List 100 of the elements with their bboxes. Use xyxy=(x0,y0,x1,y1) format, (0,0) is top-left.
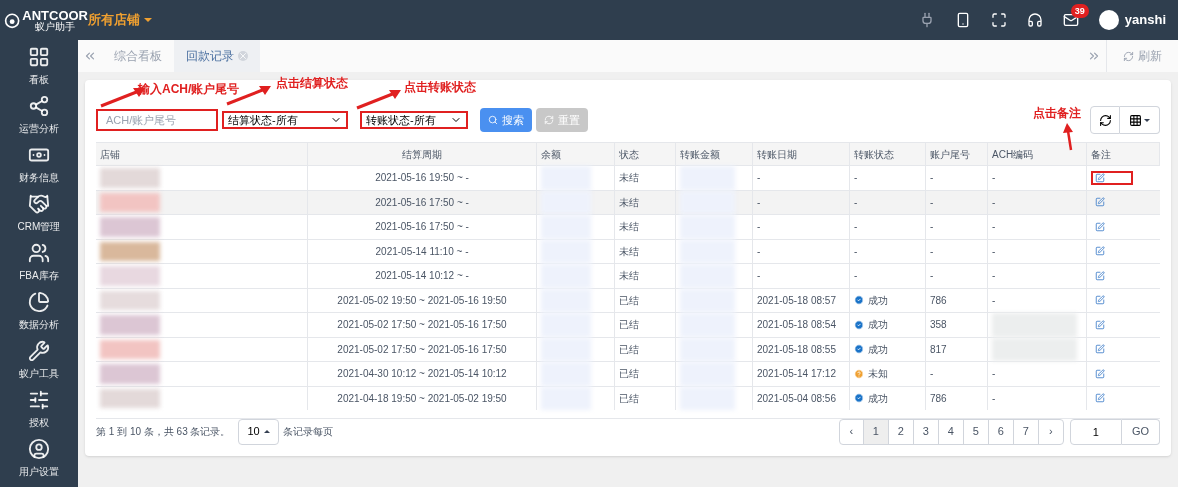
table-row[interactable]: 2021-04-30 10:12 ~ 2021-05-14 10:12 已结 2021-05-14 17:12 未知 - - xyxy=(96,361,1160,386)
fullscreen-icon[interactable] xyxy=(990,12,1007,28)
columns-button[interactable] xyxy=(1120,106,1160,134)
check-icon xyxy=(854,393,864,404)
brand-subtitle: 蚁户助手 xyxy=(34,21,77,32)
sidebar-item[interactable]: 授权 xyxy=(29,415,49,430)
page-button[interactable]: 2 xyxy=(888,419,914,444)
table-cell-text: - xyxy=(757,269,761,284)
table-row[interactable]: 2021-05-16 17:50 ~ - 未结 - - - - xyxy=(96,214,1160,239)
table-cell-text: - xyxy=(854,195,858,210)
check-icon xyxy=(854,295,864,306)
check-icon xyxy=(854,319,864,330)
mail-count-badge: 39 xyxy=(1070,4,1089,18)
brand-name: ANTCOOR xyxy=(22,8,88,22)
table-cell-text: 2021-05-16 19:50 ~ - xyxy=(375,171,469,186)
go-button[interactable]: GO xyxy=(1121,418,1160,445)
username[interactable]: yanshi xyxy=(1124,10,1166,30)
blurred-block xyxy=(100,241,160,261)
settle-status-select[interactable]: 结算状态-所有 xyxy=(222,111,348,129)
page-button[interactable]: 1 xyxy=(863,419,889,444)
table-cell-text: 已结 xyxy=(619,318,639,333)
annotation-arrow xyxy=(355,88,403,110)
table-cell-text: - xyxy=(757,195,761,210)
sidebar-item[interactable]: 蚁户工具 xyxy=(19,366,59,381)
table-cell-text: 2021-05-18 08:57 xyxy=(757,293,836,308)
table-cell-text: - xyxy=(992,269,996,284)
table-cell-text: 未结 xyxy=(619,269,639,284)
blurred-block xyxy=(100,315,160,335)
sidebar-item[interactable]: 数据分析 xyxy=(19,317,59,332)
table-cell-text: - xyxy=(757,171,761,186)
table-cell-text: 成功 xyxy=(868,391,888,406)
wrench-icon[interactable] xyxy=(28,340,50,362)
sidebar-item[interactable]: FBA库存 xyxy=(19,268,59,283)
blurred-block xyxy=(100,290,160,310)
table-cell-text: 2021-05-14 10:12 ~ - xyxy=(375,269,469,284)
caret-icon xyxy=(144,18,152,22)
next-page-button[interactable]: › xyxy=(1038,419,1063,444)
table-row[interactable]: 2021-05-16 19:50 ~ - 未结 - - - - xyxy=(96,165,1160,190)
table-cell-text: 2021-05-16 17:50 ~ - xyxy=(375,220,469,235)
table-cell-text: 2021-05-14 11:10 ~ - xyxy=(375,244,469,259)
table-cell-text: - xyxy=(854,244,858,259)
sidebar-item[interactable]: 用户设置 xyxy=(19,464,59,479)
sidebar-item[interactable]: 财务信息 xyxy=(19,170,59,185)
table-cell-text: 2021-05-18 08:54 xyxy=(757,318,836,333)
table-row[interactable]: 2021-05-16 17:50 ~ - 未结 - - - - xyxy=(96,189,1160,214)
refresh-icon xyxy=(1098,113,1112,127)
table-row[interactable]: 2021-05-14 10:12 ~ - 未结 - - - - xyxy=(96,263,1160,288)
table-cell-text: - xyxy=(930,195,934,210)
table-cell-text: 2021-04-18 19:50 ~ 2021-05-02 19:50 xyxy=(337,391,507,406)
table-cell-text: 未结 xyxy=(619,195,639,210)
annotation-text: 点击结算状态 xyxy=(276,75,348,92)
sidebar-item[interactable]: CRM管理 xyxy=(17,219,61,234)
transfer-status-select[interactable]: 转账状态-所有 xyxy=(360,111,468,129)
table-cell-text: 已结 xyxy=(619,293,639,308)
table-cell-text: 未结 xyxy=(619,244,639,259)
edit-icon[interactable] xyxy=(1095,172,1105,183)
search-field[interactable]: ACH/账户尾号 xyxy=(96,109,218,131)
people-icon[interactable] xyxy=(28,242,50,264)
sidebar-item[interactable]: 运营分析 xyxy=(19,121,59,136)
page-button[interactable]: 7 xyxy=(1013,419,1039,444)
page-button[interactable]: 4 xyxy=(938,419,964,444)
page-size-select[interactable]: 10 xyxy=(238,418,279,445)
table-cell-text: - xyxy=(992,367,996,382)
table-cell-text: - xyxy=(992,220,996,235)
table-row[interactable]: 2021-04-18 19:50 ~ 2021-05-02 19:50 已结 2021-05-04 08:56 成功 786 - xyxy=(96,385,1160,410)
double-left-icon xyxy=(83,49,97,63)
table-row[interactable]: 2021-05-14 11:10 ~ - 未结 - - - - xyxy=(96,238,1160,263)
table-cell-text: 成功 xyxy=(868,342,888,357)
page-button[interactable]: 5 xyxy=(963,419,989,444)
table-cell-text: 2021-05-02 17:50 ~ 2021-05-16 17:50 xyxy=(337,342,507,357)
page-input[interactable]: 1 xyxy=(1069,418,1122,445)
table-cell-text: 成功 xyxy=(868,318,888,333)
grid-icon[interactable] xyxy=(28,46,50,68)
records-summary: 第 1 到 10 条，共 63 条记录。 xyxy=(96,425,231,439)
table-cell-text: - xyxy=(757,220,761,235)
table-cell-text: 2021-05-04 08:56 xyxy=(757,391,836,406)
table-cell-text: 786 xyxy=(930,391,947,406)
page-button[interactable]: 6 xyxy=(988,419,1014,444)
table-cell-text: - xyxy=(992,293,996,308)
prev-page-button[interactable]: ‹ xyxy=(839,419,864,444)
table-cell-text: - xyxy=(930,171,934,186)
reload-button[interactable] xyxy=(1090,106,1120,134)
network-icon[interactable] xyxy=(28,95,50,117)
pie-chart-icon[interactable] xyxy=(28,291,50,313)
store-selector[interactable]: 所有店铺 xyxy=(88,10,152,30)
table-row[interactable]: 2021-05-02 17:50 ~ 2021-05-16 17:50 已结 2021-05-18 08:55 成功 817 xyxy=(96,336,1160,361)
blurred-block xyxy=(100,192,160,212)
table-cell-text: 2021-04-30 10:12 ~ 2021-05-14 10:12 xyxy=(337,367,507,382)
table-row[interactable]: 2021-05-02 17:50 ~ 2021-05-16 17:50 已结 2021-05-18 08:54 成功 358 xyxy=(96,312,1160,337)
tab[interactable]: 回款记录 xyxy=(174,40,260,72)
sidebar-item[interactable]: 看板 xyxy=(29,72,49,87)
page-button[interactable]: 3 xyxy=(913,419,939,444)
handshake-icon[interactable] xyxy=(28,193,50,215)
double-right-icon xyxy=(1087,49,1101,63)
user-icon[interactable] xyxy=(28,438,50,460)
headphones-icon[interactable] xyxy=(1026,12,1043,28)
table-row[interactable]: 2021-05-02 19:50 ~ 2021-05-16 19:50 已结 2021-05-18 08:57 成功 786 - xyxy=(96,287,1160,312)
table-cell-text: 2021-05-14 17:12 xyxy=(757,367,836,382)
sliders-icon[interactable] xyxy=(28,389,50,411)
caret-icon xyxy=(1144,118,1150,122)
